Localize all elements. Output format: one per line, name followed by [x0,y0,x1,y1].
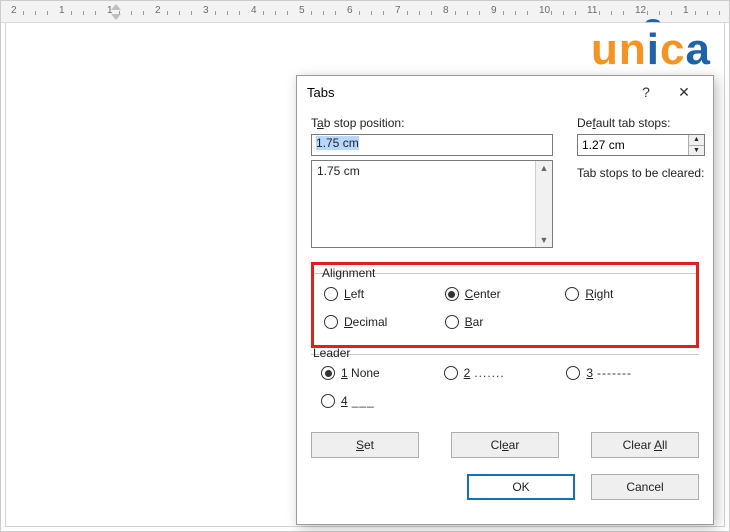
ruler-number: 2 [11,5,17,16]
radio-leader-dashes[interactable]: 3------- [566,366,689,380]
spin-down-button[interactable]: ▼ [688,146,704,156]
tab-stop-position-label: Tab stop position: [311,116,553,130]
help-button[interactable]: ? [627,78,665,106]
alignment-group: Alignment Left Center Right Decimal [311,262,699,348]
scroll-down-icon[interactable]: ▼ [540,233,549,247]
radio-bar[interactable]: Bar [445,315,566,329]
leader-legend: Leader [311,346,352,360]
radio-left[interactable]: Left [324,287,445,301]
radio-icon [445,315,459,329]
clear-all-button[interactable]: Clear All [591,432,699,458]
radio-center[interactable]: Center [445,287,566,301]
radio-icon [445,287,459,301]
ruler-number: 1 [59,5,65,16]
tab-stop-listbox[interactable]: 1.75 cm ▲ ▼ [311,160,553,248]
list-item[interactable]: 1.75 cm [317,164,547,178]
radio-icon [444,366,458,380]
ruler-number: 5 [299,5,305,16]
radio-leader-dots[interactable]: 2....... [444,366,567,380]
cancel-button[interactable]: Cancel [591,474,699,500]
horizontal-ruler[interactable]: 211234567891011121 [1,1,729,23]
scroll-up-icon[interactable]: ▲ [540,161,549,175]
leader-group: Leader 1 None 2....... 3------- 4___ [311,354,699,418]
default-tab-stops-input[interactable] [577,134,705,156]
scrollbar[interactable]: ▲ ▼ [535,161,552,247]
ruler-number: 6 [347,5,353,16]
radio-icon [321,366,335,380]
tabs-dialog: Tabs ? ✕ Tab stop position: 1.75 cm 1.75… [296,75,714,525]
ruler-number: 2 [155,5,161,16]
dialog-title: Tabs [307,85,627,100]
tab-stop-position-input[interactable]: 1.75 cm [311,134,553,156]
ruler-number: 8 [443,5,449,16]
ruler-number: 3 [203,5,209,16]
radio-icon [324,287,338,301]
ruler-number: 9 [491,5,497,16]
ok-button[interactable]: OK [467,474,575,500]
radio-right[interactable]: Right [565,287,686,301]
clear-button[interactable]: Clear [451,432,559,458]
radio-leader-none[interactable]: 1 None [321,366,444,380]
dialog-titlebar: Tabs ? ✕ [297,76,713,108]
radio-icon [565,287,579,301]
radio-leader-underline[interactable]: 4___ [321,394,444,408]
ruler-number: 4 [251,5,257,16]
ruler-number: 1 [683,5,689,16]
ruler-number: 10 [539,5,550,16]
ruler-number: 12 [635,5,646,16]
radio-icon [321,394,335,408]
default-tab-stops-label: Default tab stops: [577,116,705,130]
logo-unica: unica [591,25,711,75]
set-button[interactable]: Set [311,432,419,458]
radio-icon [324,315,338,329]
radio-icon [566,366,580,380]
ruler-number: 11 [587,5,597,16]
radio-decimal[interactable]: Decimal [324,315,445,329]
spin-up-button[interactable]: ▲ [688,135,704,146]
ruler-number: 7 [395,5,401,16]
tab-stops-cleared-label: Tab stops to be cleared: [577,166,705,180]
close-button[interactable]: ✕ [665,78,703,106]
alignment-legend: Alignment [320,266,377,280]
